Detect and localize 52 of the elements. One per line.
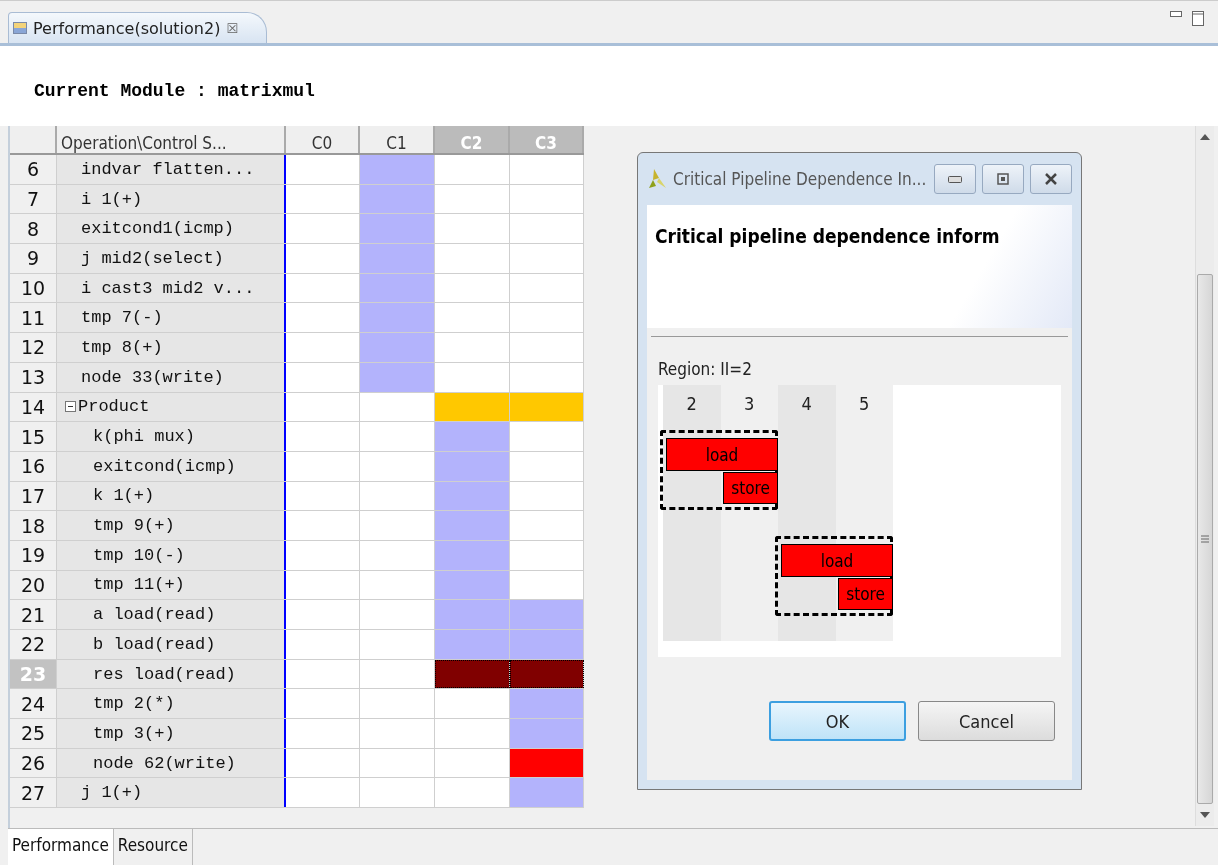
region-label: Region: II=2	[658, 359, 753, 379]
operation-label: tmp 7(-)	[81, 308, 163, 328]
operation-label: tmp 11(+)	[93, 575, 185, 595]
operation-label: exitcond1(icmp)	[81, 219, 235, 239]
scrollbar[interactable]	[1195, 126, 1214, 826]
maximize-icon	[997, 173, 1009, 185]
operation-bar: load	[666, 438, 778, 471]
operation-label: tmp 8(+)	[81, 337, 163, 357]
operation-label: tmp 9(+)	[93, 516, 175, 536]
dialog-heading: Critical pipeline dependence inform	[655, 225, 1001, 247]
operation-label: i cast3 mid2 v...	[81, 278, 255, 298]
collapse-icon[interactable]	[65, 401, 76, 413]
operation-label: res load(read)	[93, 664, 236, 684]
operation-label: k(phi mux)	[93, 427, 196, 447]
operation-label: k 1(+)	[93, 486, 155, 506]
operation-bar: store	[838, 578, 893, 610]
operation-label: Product	[78, 397, 150, 417]
bottom-tab[interactable]: Performance	[8, 829, 114, 865]
operation-label: a load(read)	[93, 605, 216, 625]
operation-label: exitcond(icmp)	[93, 456, 236, 476]
close-icon	[1044, 172, 1058, 186]
app-logo-icon	[647, 168, 667, 190]
dialog-button[interactable]: Cancel	[918, 701, 1055, 741]
maximize-icon[interactable]	[1192, 11, 1204, 26]
scroll-up-icon[interactable]	[1200, 134, 1210, 140]
operation-label: node 62(write)	[93, 753, 236, 773]
scroll-thumb[interactable]	[1197, 274, 1213, 804]
minimize-icon[interactable]	[1170, 11, 1182, 18]
operation-label: node 33(write)	[81, 367, 224, 387]
table-icon	[13, 22, 27, 34]
close-button[interactable]	[1030, 164, 1072, 194]
scroll-down-icon[interactable]	[1200, 812, 1210, 818]
operation-label: j mid2(select)	[81, 248, 224, 268]
editor-tab[interactable]: Performance(solution2) ☒	[8, 12, 268, 43]
operation-bar: store	[723, 472, 778, 504]
dialog-title: Critical Pipeline Dependence In...	[673, 169, 928, 189]
dialog-button[interactable]: OK	[769, 701, 906, 741]
module-label: Current Module : matrixmul	[34, 81, 315, 101]
operation-label: j 1(+)	[81, 783, 143, 803]
operation-label: b load(read)	[93, 634, 216, 654]
operation-label: tmp 3(+)	[93, 723, 175, 743]
grip-icon	[1201, 535, 1209, 543]
operation-label: indvar flatten...	[81, 159, 255, 179]
minimize-button[interactable]	[934, 164, 976, 194]
operation-label: tmp 10(-)	[93, 545, 185, 565]
operation-label: i 1(+)	[81, 189, 143, 209]
tab-title: Performance(solution2)	[33, 18, 221, 38]
operation-bar: load	[781, 544, 893, 577]
maximize-button[interactable]	[982, 164, 1024, 194]
close-icon[interactable]: ☒	[226, 20, 239, 36]
operation-label: tmp 2(*)	[93, 694, 175, 714]
minimize-icon	[948, 175, 962, 183]
